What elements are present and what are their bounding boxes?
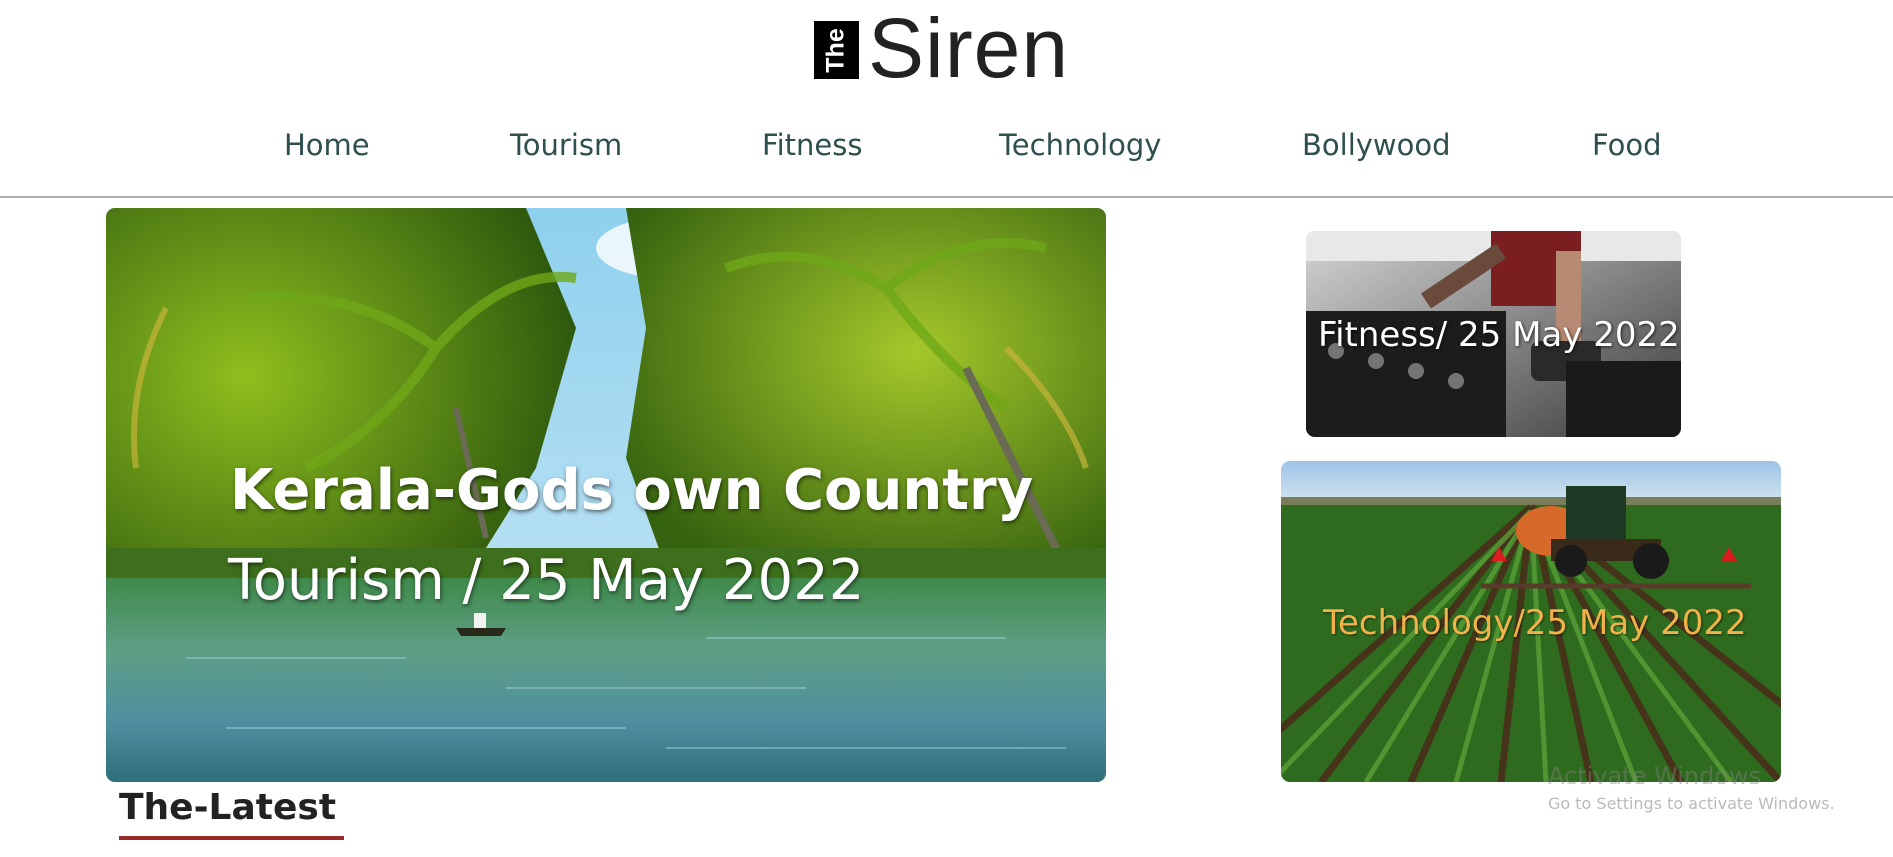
logo-wordmark: Siren: [868, 1, 1070, 95]
main-nav: Home Tourism Fitness Technology Bollywoo…: [0, 128, 1893, 172]
nav-divider: [0, 196, 1893, 198]
hero-title[interactable]: Kerala-Gods own Country: [230, 458, 1033, 523]
section-heading-latest: The-Latest: [119, 787, 337, 828]
hero-article-card[interactable]: Kerala-Gods own Country Tourism / 25 May…: [106, 208, 1106, 782]
section-heading-underline: [119, 836, 344, 840]
fitness-card-label: Fitness/ 25 May 2022: [1318, 315, 1680, 355]
logo-badge-text: The: [821, 27, 850, 73]
nav-item-food[interactable]: Food: [1592, 128, 1662, 162]
hero-meta: Tourism / 25 May 2022: [228, 548, 865, 613]
nav-item-technology[interactable]: Technology: [999, 128, 1161, 162]
logo-badge: The: [814, 21, 859, 79]
nav-item-tourism[interactable]: Tourism: [510, 128, 622, 162]
fitness-article-card[interactable]: Fitness/ 25 May 2022: [1306, 231, 1681, 437]
technology-card-label: Technology/25 May 2022: [1323, 603, 1747, 643]
nav-item-home[interactable]: Home: [284, 128, 370, 162]
site-logo[interactable]: The Siren: [814, 6, 1069, 90]
technology-article-card[interactable]: Technology/25 May 2022: [1281, 461, 1781, 782]
windows-activation-title: Activate Windows: [1548, 762, 1762, 790]
nav-item-fitness[interactable]: Fitness: [762, 128, 862, 162]
nav-item-bollywood[interactable]: Bollywood: [1302, 128, 1451, 162]
windows-activation-subtitle: Go to Settings to activate Windows.: [1548, 794, 1835, 813]
